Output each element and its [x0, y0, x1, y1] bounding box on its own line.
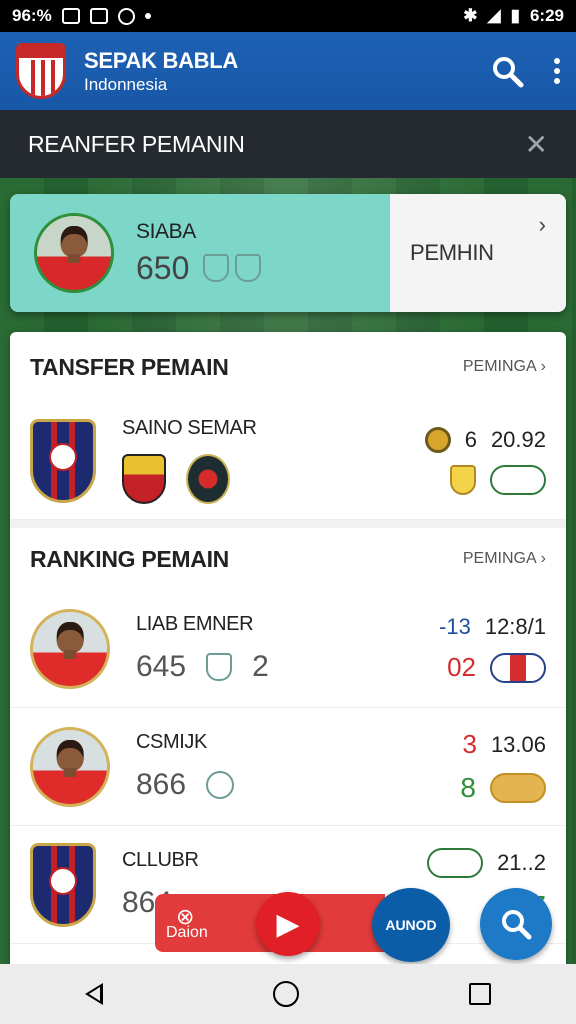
team-shield-icon: [122, 454, 166, 504]
featured-player-card[interactable]: SIABA 650 PEMHIN ›: [10, 194, 566, 312]
app-logo: [16, 43, 66, 99]
chevron-right-icon: ›: [538, 212, 546, 237]
boot-icon: [206, 653, 233, 681]
transfer-coin-value: 6: [464, 426, 477, 452]
ranking-link-label: PEMINGA: [462, 550, 537, 567]
ranking-section-header: RANKING PEMAIN PEMINGA ›: [10, 520, 566, 590]
battery-icon: ▮: [510, 6, 520, 25]
gold-shield-icon: [450, 464, 476, 495]
transfer-link-label: PEMINGA: [462, 358, 537, 375]
wifi-icon: ◢: [487, 6, 501, 25]
player-score: 650: [136, 249, 190, 286]
brand-button[interactable]: AUNOD: [372, 888, 450, 962]
app-bar: SEPAK BABLA Indonnesia: [0, 32, 576, 110]
gold-badge-icon: [490, 773, 546, 803]
green-badge-icon: [490, 464, 546, 495]
ranking-stat: 12:8/1: [484, 614, 546, 639]
status-left-text: 96:%: [12, 6, 52, 25]
ranking-score: 645: [136, 650, 187, 683]
player-avatar: [30, 726, 110, 807]
ranking-stat: 13.06: [490, 731, 546, 757]
section-title: REANFER PEMANIN: [28, 130, 245, 157]
transfer-row[interactable]: SAINO SEMAR 6 20.92: [10, 402, 566, 520]
ranking-rank-value: 02: [447, 652, 476, 682]
transfer-section-title: TANSFER PEMAIN: [30, 353, 229, 380]
club-badge-icon: [30, 842, 96, 927]
ranking-row[interactable]: LIAB EMNER 645 2 -13 12:8/1 02: [10, 590, 566, 708]
team-round-icon: [186, 454, 230, 504]
main-panel: TANSFER PEMAIN PEMINGA › SAINO SEMAR 6 2…: [10, 332, 566, 964]
notification-dot-icon: [144, 13, 151, 19]
player-name: SIABA: [136, 219, 196, 243]
brand: SEPAK BABLA Indonnesia: [84, 48, 238, 95]
play-icon: ▶: [276, 907, 300, 941]
app-subtitle: Indonnesia: [84, 74, 168, 94]
ranking-side-score: 2: [252, 650, 269, 683]
ranking-trend: -13: [439, 614, 471, 639]
back-icon[interactable]: [85, 983, 103, 1005]
whistle-icon: [206, 771, 235, 799]
search-icon[interactable]: [490, 54, 524, 88]
boot-icon: [203, 254, 230, 282]
status-bar: 96:% ✱ ◢ ▮ 6:29: [0, 0, 576, 32]
ranking-row[interactable]: CSMIJK 866 3 13.06 8: [10, 708, 566, 826]
coin-icon: [424, 426, 451, 453]
ranking-section-title: RANKING PEMAIN: [30, 545, 229, 572]
status-time: 6:29: [529, 6, 564, 25]
club-badge-icon: [30, 418, 96, 503]
hero-action[interactable]: PEMHIN ›: [390, 194, 566, 312]
home-icon[interactable]: [273, 981, 299, 1007]
recent-apps-icon[interactable]: [469, 983, 491, 1005]
ranking-name: LIAB EMNER: [136, 613, 254, 635]
ranking-name: CLLUBR: [122, 849, 199, 871]
team-badge-icon: [427, 847, 484, 878]
transfer-stat: 20.92: [490, 426, 546, 452]
notification-icon-3: [117, 7, 135, 25]
play-button[interactable]: ▶: [256, 892, 320, 956]
chevron-right-icon: ›: [540, 358, 546, 375]
ranking-score: 866: [136, 768, 187, 801]
player-avatar: [30, 608, 110, 689]
ranking-side-score: 3: [462, 729, 477, 759]
overflow-menu-icon[interactable]: [554, 58, 560, 84]
transfer-name: SAINO SEMAR: [122, 417, 257, 439]
search-icon: [502, 910, 532, 940]
transfer-section-header: TANSFER PEMAIN PEMINGA ›: [10, 332, 566, 402]
team-badge-icon: [490, 652, 546, 683]
chevron-right-icon: ›: [540, 550, 546, 567]
ranking-stat: 21..2: [497, 849, 546, 875]
notification-icon-2: [89, 8, 108, 24]
ranking-rank-value: 8: [460, 772, 476, 803]
transfer-see-more-link[interactable]: PEMINGA ›: [463, 358, 546, 376]
brand-label: AUNOD: [385, 917, 437, 933]
section-header: REANFER PEMANIN ✕: [0, 110, 576, 178]
club-shield-icon: [235, 254, 262, 282]
search-button[interactable]: [480, 888, 552, 960]
close-icon[interactable]: ✕: [525, 128, 548, 161]
notification-icon: [61, 8, 80, 24]
action-bar-label: Daion: [166, 924, 208, 941]
ranking-see-more-link[interactable]: PEMINGA ›: [463, 550, 546, 568]
ranking-name: CSMIJK: [136, 731, 207, 753]
hero-action-label: PEMHIN: [410, 240, 494, 265]
bluetooth-icon: ✱: [463, 6, 478, 25]
player-avatar: [34, 213, 114, 293]
system-navbar: [0, 964, 576, 1024]
app-title: SEPAK BABLA: [84, 47, 238, 73]
